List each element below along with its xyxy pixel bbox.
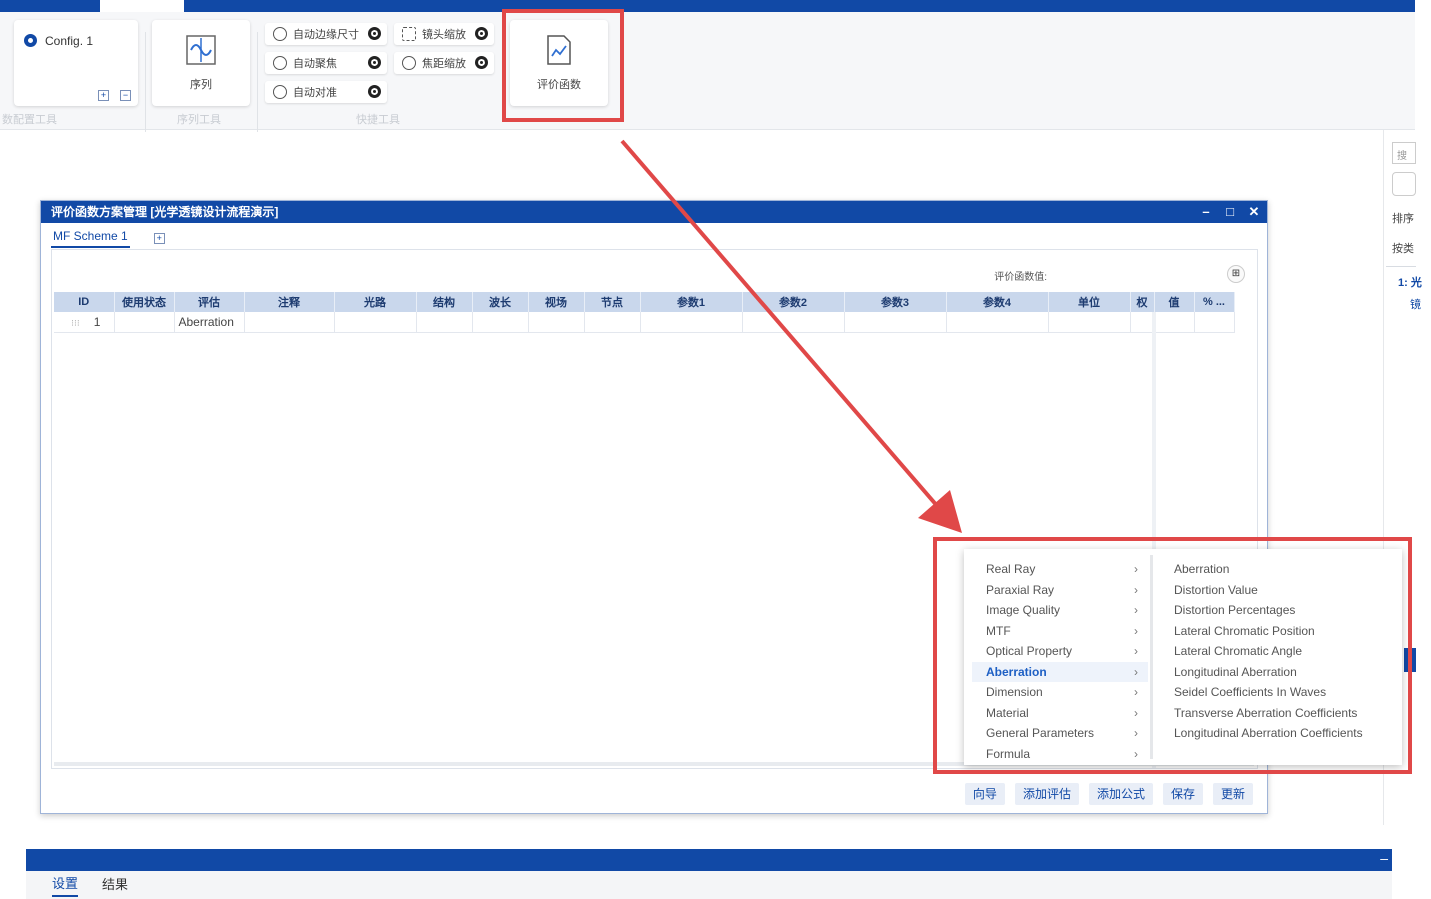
- tab-results[interactable]: 结果: [102, 874, 128, 896]
- bottom-title-bar: –: [26, 849, 1392, 871]
- tab-settings[interactable]: 设置: [52, 873, 79, 897]
- minimize-icon[interactable]: –: [1380, 849, 1388, 867]
- annotation-arrow: [620, 139, 962, 533]
- bottom-tabs: 设置 结果: [26, 871, 1392, 899]
